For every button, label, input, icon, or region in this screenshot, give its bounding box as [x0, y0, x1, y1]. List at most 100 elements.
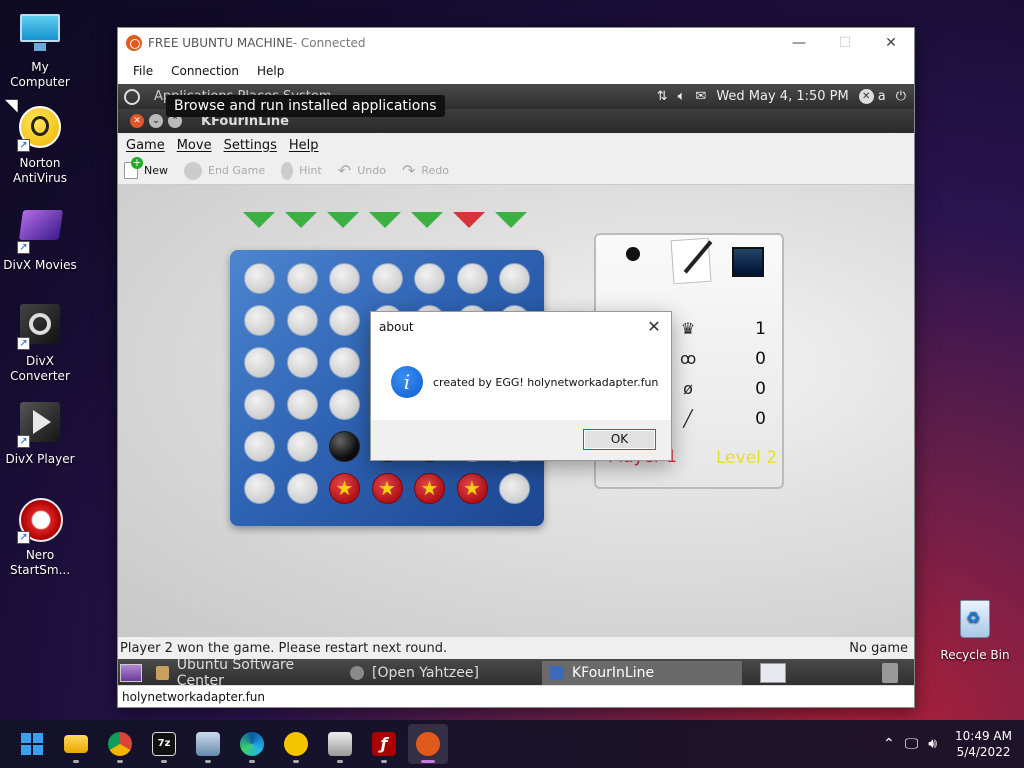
menu-help[interactable]: Help [248, 64, 293, 78]
menu-game[interactable]: Game [120, 138, 171, 153]
empty-cell[interactable] [414, 263, 445, 294]
column-arrow-icon[interactable] [243, 212, 275, 228]
start-button[interactable] [12, 724, 52, 764]
task-open-yahtzee[interactable]: [Open Yahtzee] [342, 661, 538, 685]
desktop-icon-norton[interactable]: ↗ Norton AntiVirus [0, 106, 80, 186]
empty-cell[interactable] [244, 473, 275, 504]
empty-cell[interactable] [286, 431, 318, 462]
new-button[interactable]: + New [124, 157, 168, 179]
mail-icon[interactable]: ✉ [695, 89, 706, 104]
monitor-network-icon[interactable]: 🖵︎ [905, 736, 919, 752]
menu-file[interactable]: File [124, 64, 162, 78]
red-piece[interactable] [456, 473, 488, 504]
empty-cell[interactable] [329, 347, 360, 378]
empty-cell[interactable] [244, 389, 275, 420]
empty-cell[interactable] [456, 263, 488, 294]
hint-button[interactable]: Hint [281, 161, 322, 180]
network-icon[interactable]: ⇅ [657, 89, 668, 104]
end-game-button[interactable]: End Game [184, 161, 265, 180]
recycle-bin-icon: ♻ [952, 598, 998, 644]
app-close-button[interactable]: ✕ [130, 114, 144, 128]
taskbar-file-explorer[interactable] [56, 724, 96, 764]
app-minimize-button[interactable]: ⌄ [149, 114, 163, 128]
empty-cell[interactable] [329, 305, 360, 336]
empty-cell[interactable] [286, 305, 318, 336]
user-name[interactable]: a [878, 89, 886, 104]
menu-connection[interactable]: Connection [162, 64, 248, 78]
player-avatar-icon [626, 247, 640, 261]
clock[interactable]: 10:49 AM 5/4/2022 [955, 728, 1012, 760]
dialog-close-button[interactable]: ✕ [643, 316, 665, 338]
lightbulb-icon [281, 161, 294, 180]
gnome-top-panel: Applications Places System Browse and ru… [118, 84, 914, 117]
empty-cell[interactable] [244, 305, 275, 336]
empty-cell[interactable] [286, 263, 318, 294]
desktop-icon-recycle-bin[interactable]: ♻ Recycle Bin [935, 598, 1015, 663]
empty-cell[interactable] [329, 389, 360, 420]
taskbar-ubuntu-machine[interactable] [408, 724, 448, 764]
desktop-icon-nero[interactable]: ↗ Nero StartSm... [0, 498, 80, 578]
close-button[interactable]: ✕ [868, 28, 914, 58]
desktop-icon-divx-player[interactable]: ↗ DivX Player [0, 402, 80, 467]
7zip-icon: 7z [152, 732, 176, 756]
maximize-button[interactable]: ☐ [822, 28, 868, 58]
empty-cell[interactable] [286, 389, 318, 420]
minimize-button[interactable]: — [776, 28, 822, 58]
menu-move[interactable]: Move [171, 138, 218, 153]
workspace-switcher-icon[interactable] [760, 663, 786, 683]
divx-converter-icon: ↗ [17, 304, 63, 350]
desktop-icon-label: Nero StartSm... [9, 548, 71, 577]
column-arrow-icon[interactable] [411, 212, 443, 228]
menu-settings[interactable]: Settings [218, 138, 283, 153]
empty-cell[interactable] [244, 431, 275, 462]
empty-cell[interactable] [286, 473, 318, 504]
taskbar-flash[interactable]: ƒ [364, 724, 404, 764]
red-piece[interactable] [371, 473, 403, 504]
taskbar-norton[interactable] [276, 724, 316, 764]
taskbar-chrome[interactable] [100, 724, 140, 764]
trash-icon[interactable] [882, 663, 898, 683]
chevron-up-icon[interactable]: ⌃ [883, 736, 895, 752]
taskbar-installer[interactable] [320, 724, 360, 764]
speaker-icon[interactable]: 🔊︎ [928, 736, 937, 752]
empty-cell[interactable] [244, 347, 275, 378]
taskbar-edge[interactable] [232, 724, 272, 764]
chrome-icon [108, 732, 132, 756]
user-status-icon[interactable]: ✕ [858, 89, 874, 104]
kfourinline-icon [550, 666, 564, 680]
ok-button[interactable]: OK [583, 429, 656, 450]
red-piece[interactable] [329, 473, 360, 504]
line-icon: ╱ [683, 409, 693, 428]
show-desktop-icon[interactable] [120, 664, 142, 682]
column-arrow-icon[interactable] [327, 212, 359, 228]
datetime[interactable]: Wed May 4, 1:50 PM [716, 89, 848, 104]
app-toolbar: + New End Game Hint ↶ Undo ↷ Redo [118, 157, 914, 185]
task-ubuntu-software-center[interactable]: Ubuntu Software Center [148, 657, 338, 687]
red-piece[interactable] [414, 473, 445, 504]
black-piece[interactable] [329, 431, 360, 462]
power-icon[interactable]: ⏻ [896, 89, 906, 104]
empty-cell[interactable] [499, 473, 530, 504]
column-arrow-icon[interactable] [285, 212, 317, 228]
undo-button[interactable]: ↶ Undo [338, 161, 386, 180]
task-kfourinline[interactable]: KFourInLine [542, 661, 742, 685]
taskbar-7zip[interactable]: 7z [144, 724, 184, 764]
column-arrow-icon[interactable] [453, 212, 485, 228]
menu-app-help[interactable]: Help [283, 138, 325, 153]
desktop-icon-my-computer[interactable]: My Computer [0, 10, 80, 90]
taskbar-network[interactable] [188, 724, 228, 764]
empty-cell[interactable] [371, 263, 403, 294]
empty-cell[interactable] [286, 347, 318, 378]
redo-button[interactable]: ↷ Redo [402, 161, 449, 180]
ubuntu-menu-icon[interactable] [124, 88, 140, 105]
desktop-icon-divx-converter[interactable]: ↗ DivX Converter [0, 304, 80, 384]
empty-cell[interactable] [329, 263, 360, 294]
empty-cell[interactable] [499, 263, 530, 294]
score-value: 0 [755, 379, 766, 399]
norton-icon [284, 732, 308, 756]
desktop-icon-divx-movies[interactable]: ↗ DivX Movies [0, 208, 80, 273]
column-arrow-icon[interactable] [495, 212, 527, 228]
empty-cell[interactable] [244, 263, 275, 294]
column-arrow-icon[interactable] [369, 212, 401, 228]
volume-icon[interactable]: 🔈︎ [678, 89, 686, 104]
